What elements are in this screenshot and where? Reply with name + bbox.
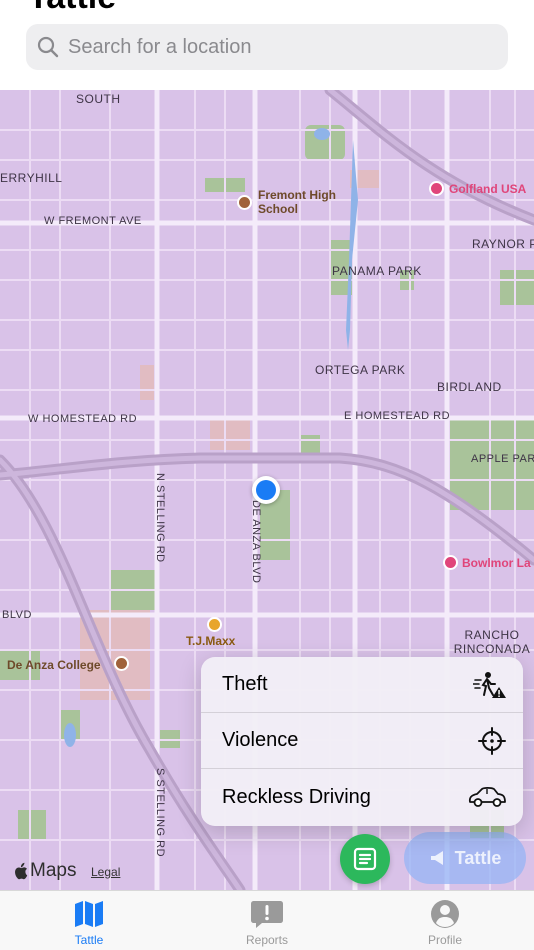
map-label-e-homestead-rd: E HOMESTEAD RD (344, 410, 451, 422)
exclamation-bubble-icon (251, 901, 283, 928)
report-type-menu: Theft Violence Reckless Driving (201, 657, 523, 826)
bowling-icon[interactable] (443, 555, 458, 570)
search-input[interactable]: Search for a location (68, 36, 251, 59)
tab-label: Reports (245, 933, 289, 947)
map-label-south: SOUTH (76, 92, 121, 106)
map-label-birdland: BIRDLAND (437, 380, 502, 394)
menu-item-label: Theft (222, 673, 268, 695)
menu-item-theft[interactable]: Theft (201, 657, 523, 713)
map-label-n-stelling-rd: N STELLING RD (154, 473, 166, 563)
poi-tj-maxx[interactable]: T.J.Maxx (186, 634, 235, 648)
crosshair-icon (478, 726, 506, 755)
map-label-raynor-park: RAYNOR P (472, 237, 534, 251)
map-label-w-fremont-ave: W FREMONT AVE (44, 215, 142, 227)
shopping-icon[interactable] (207, 617, 222, 632)
menu-item-violence[interactable]: Violence (201, 713, 523, 769)
reports-list-button[interactable] (340, 834, 390, 884)
apple-logo-icon (15, 862, 28, 880)
user-location-dot (252, 476, 280, 504)
map-label-panama-park: PANAMA PARK (332, 264, 422, 278)
school-icon[interactable] (237, 195, 252, 210)
poi-golfland[interactable]: Golfland USA (449, 182, 526, 196)
tab-label: Profile (427, 933, 462, 947)
poi-bowlmor[interactable]: Bowlmor La (462, 556, 531, 570)
menu-item-label: Reckless Driving (222, 785, 371, 808)
map-label-de-anza-blvd: DE ANZA BLVD (250, 500, 262, 584)
header: Tattle Search for a location (0, 0, 534, 90)
apple-maps-logo: Maps (12, 860, 76, 882)
list-note-icon (353, 847, 377, 871)
menu-item-reckless-driving[interactable]: Reckless Driving (201, 769, 523, 825)
maps-brand-text: Maps (30, 860, 77, 881)
golf-icon[interactable] (429, 181, 444, 196)
poi-fremont-high-school[interactable]: Fremont High School (258, 188, 338, 216)
map-label-rancho-rinconada: RANCHO RINCONADA (453, 628, 531, 656)
search-icon (37, 36, 59, 58)
tattle-button[interactable]: Tattle (404, 832, 526, 884)
person-circle-icon (431, 900, 459, 928)
menu-item-label: Violence (222, 729, 299, 751)
map-label-w-homestead-rd: W HOMESTEAD RD (28, 413, 138, 425)
tab-label: Tattle (74, 933, 104, 947)
map-icon (75, 901, 103, 927)
map-label-blvd: BLVD (2, 609, 32, 621)
tattle-button-label: Tattle (454, 847, 502, 868)
map-label-erryhill: ERRYHILL (0, 171, 63, 185)
legal-link[interactable]: Legal (91, 865, 120, 879)
tab-profile[interactable]: Profile (356, 891, 534, 950)
map-label-ortega-park: ORTEGA PARK (315, 363, 406, 377)
search-bar[interactable]: Search for a location (26, 24, 508, 70)
megaphone-icon (430, 851, 443, 865)
app-title: Tattle (28, 0, 116, 17)
person-warning-icon (473, 671, 506, 698)
poi-de-anza-college[interactable]: De Anza College (7, 658, 101, 672)
car-icon (468, 786, 506, 807)
map-label-s-stelling-rd: S STELLING RD (154, 768, 166, 858)
tab-tattle[interactable]: Tattle (0, 891, 178, 950)
college-icon[interactable] (114, 656, 129, 671)
tab-reports[interactable]: Reports (178, 891, 356, 950)
map-label-apple-park: APPLE PARK (471, 453, 534, 465)
tab-bar: Tattle Reports Profile (0, 890, 534, 950)
